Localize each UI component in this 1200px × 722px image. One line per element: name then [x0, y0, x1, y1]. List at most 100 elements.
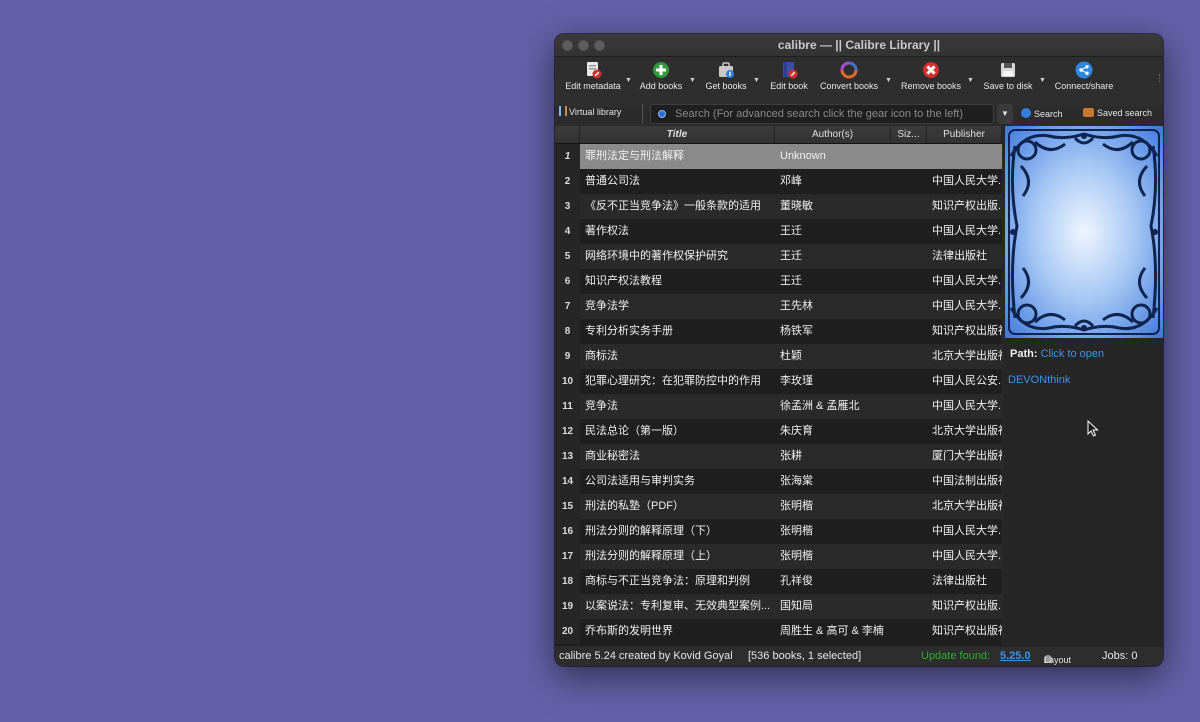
devonthink-link[interactable]: DEVONthink — [1008, 374, 1070, 386]
table-row[interactable]: 4 著作权法 王迁 中国人民大学... — [555, 219, 1002, 244]
edit-metadata-button[interactable]: Edit metadata — [560, 61, 626, 91]
table-row[interactable]: 18 商标与不正当竞争法：原理和判例 孔祥俊 法律出版社 — [555, 569, 1002, 594]
cell-title: 民法总论（第一版） — [585, 425, 684, 437]
add-books-menu-arrow[interactable]: ▼ — [689, 77, 696, 84]
cell-publisher: 法律出版社 — [932, 250, 987, 262]
remove-books-menu-arrow[interactable]: ▼ — [967, 77, 974, 84]
table-row[interactable]: 17 刑法分则的解释原理（上） 张明楷 中国人民大学... — [555, 544, 1002, 569]
cell-size — [891, 369, 927, 394]
connect-share-button[interactable]: Connect/share — [1053, 61, 1115, 91]
table-row[interactable]: 9 商标法 杜颖 北京大学出版社 — [555, 344, 1002, 369]
cell-title: 普通公司法 — [585, 175, 640, 187]
table-row[interactable]: 5 网络环境中的著作权保护研究 王迁 法律出版社 — [555, 244, 1002, 269]
save-to-disk-menu-arrow[interactable]: ▼ — [1039, 77, 1046, 84]
calibre-window: calibre — || Calibre Library || Edit met… — [555, 34, 1163, 666]
cell-size — [891, 419, 927, 444]
cell-authors: 杨铁军 — [780, 325, 813, 337]
row-number: 6 — [555, 269, 580, 294]
column-header-authors[interactable]: Author(s) — [775, 126, 891, 143]
table-row[interactable]: 13 商业秘密法 张耕 厦门大学出版社 — [555, 444, 1002, 469]
connect-share-icon — [1075, 61, 1093, 79]
row-number: 7 — [555, 294, 580, 319]
cell-size — [891, 269, 927, 294]
mouse-pointer-icon — [1087, 420, 1099, 437]
table-row[interactable]: 19 以案说法：专利复审、无效典型案例... 国知局 知识产权出版... — [555, 594, 1002, 619]
cell-publisher: 中国人民大学... — [932, 175, 1002, 187]
table-row[interactable]: 12 民法总论（第一版） 朱庆育 北京大学出版社 — [555, 419, 1002, 444]
row-number: 11 — [555, 394, 580, 419]
save-to-disk-button[interactable]: Save to disk — [981, 61, 1035, 91]
cell-authors: 邓峰 — [780, 175, 802, 187]
search-button-label: Search — [1034, 109, 1063, 119]
convert-books-menu-arrow[interactable]: ▼ — [885, 77, 892, 84]
virtual-library-button[interactable]: Virtual library — [559, 106, 621, 117]
cell-publisher: 知识产权出版... — [932, 600, 1002, 612]
path-line: Path: Click to open — [1010, 348, 1104, 360]
search-button[interactable]: Search — [1021, 108, 1063, 119]
book-cover-image[interactable] — [1005, 126, 1163, 338]
table-row[interactable]: 16 刑法分则的解释原理（下） 张明楷 中国人民大学... — [555, 519, 1002, 544]
cell-size — [891, 194, 927, 219]
table-row[interactable]: 15 刑法的私塾（PDF） 张明楷 北京大学出版社 — [555, 494, 1002, 519]
cell-size — [891, 294, 927, 319]
row-number: 17 — [555, 544, 580, 569]
table-row[interactable]: 11 竞争法 徐孟洲 & 孟雁北 中国人民大学... — [555, 394, 1002, 419]
table-row[interactable]: 14 公司法适用与审判实务 张海棠 中国法制出版社 — [555, 469, 1002, 494]
saved-search-label: Saved search — [1097, 108, 1153, 118]
table-row[interactable]: 6 知识产权法教程 王迁 中国人民大学... — [555, 269, 1002, 294]
remove-books-button[interactable]: Remove books — [899, 61, 963, 91]
add-books-button[interactable]: Add books — [635, 61, 687, 91]
save-to-disk-icon — [999, 61, 1017, 79]
column-header-title[interactable]: Title — [580, 126, 775, 143]
get-books-button[interactable]: Get books — [701, 61, 751, 91]
toolbar-overflow-handle[interactable]: ⋮ — [1155, 73, 1163, 84]
convert-books-button[interactable]: Convert books — [817, 61, 881, 91]
jobs-indicator[interactable]: Jobs: 0 — [1102, 650, 1137, 662]
cell-authors: 董晓敏 — [780, 200, 813, 212]
cell-publisher: 中国人民公安... — [932, 375, 1002, 387]
table-row[interactable]: 2 普通公司法 邓峰 中国人民大学... — [555, 169, 1002, 194]
cell-title: 网络环境中的著作权保护研究 — [585, 250, 728, 262]
cell-title: 罪刑法定与刑法解释 — [580, 144, 780, 169]
cell-publisher — [927, 144, 1002, 169]
edit-metadata-menu-arrow[interactable]: ▼ — [625, 77, 632, 84]
row-number: 20 — [555, 619, 580, 644]
edit-book-button[interactable]: Edit book — [765, 61, 813, 91]
row-number: 10 — [555, 369, 580, 394]
cell-size — [891, 619, 927, 644]
row-number: 15 — [555, 494, 580, 519]
table-row[interactable]: 1 罪刑法定与刑法解释 Unknown — [555, 144, 1002, 169]
search-gear-icon[interactable] — [658, 110, 666, 118]
cell-authors: 孔祥俊 — [780, 575, 813, 587]
cell-size — [891, 544, 927, 569]
cell-size — [891, 444, 927, 469]
table-row[interactable]: 10 犯罪心理研究：在犯罪防控中的作用 李玫瑾 中国人民公安... — [555, 369, 1002, 394]
table-row[interactable]: 20 乔布斯的发明世界 周胜生 & 高可 & 李楠 知识产权出版社 — [555, 619, 1002, 644]
table-row[interactable]: 3 《反不正当竞争法》一般条款的适用 董晓敏 知识产权出版... — [555, 194, 1002, 219]
search-history-dropdown[interactable]: ▼ — [997, 104, 1013, 124]
path-open-link[interactable]: Click to open — [1041, 348, 1105, 360]
header-row-number — [555, 126, 580, 143]
cell-title: 刑法分则的解释原理（上） — [585, 550, 717, 562]
search-input[interactable]: Search (For advanced search click the ge… — [650, 104, 994, 124]
status-bar: calibre 5.24 created by Kovid Goyal [536… — [555, 645, 1163, 666]
cell-publisher: 北京大学出版社 — [932, 350, 1002, 362]
add-books-label: Add books — [639, 81, 683, 91]
edit-book-icon — [780, 61, 798, 79]
remove-books-label: Remove books — [900, 81, 962, 91]
main-toolbar: Edit metadata ▼ Add books ▼ Get books ▼ … — [555, 57, 1163, 107]
column-header-size[interactable]: Siz... — [891, 126, 927, 143]
cell-publisher: 中国人民大学... — [932, 550, 1002, 562]
cell-authors: 张明楷 — [780, 525, 813, 537]
get-books-menu-arrow[interactable]: ▼ — [753, 77, 760, 84]
table-row[interactable]: 8 专利分析实务手册 杨铁军 知识产权出版社 — [555, 319, 1002, 344]
search-separator — [642, 104, 643, 124]
table-row[interactable]: 7 竞争法学 王先林 中国人民大学... — [555, 294, 1002, 319]
layout-label: Layout — [1044, 655, 1072, 665]
row-number: 19 — [555, 594, 580, 619]
update-version-link[interactable]: 5.25.0 — [1000, 650, 1031, 662]
saved-search-button[interactable]: Saved search — [1083, 108, 1152, 118]
convert-books-icon — [840, 61, 858, 79]
column-header-publisher[interactable]: Publisher — [927, 126, 1002, 143]
cell-authors: 王迁 — [780, 225, 802, 237]
